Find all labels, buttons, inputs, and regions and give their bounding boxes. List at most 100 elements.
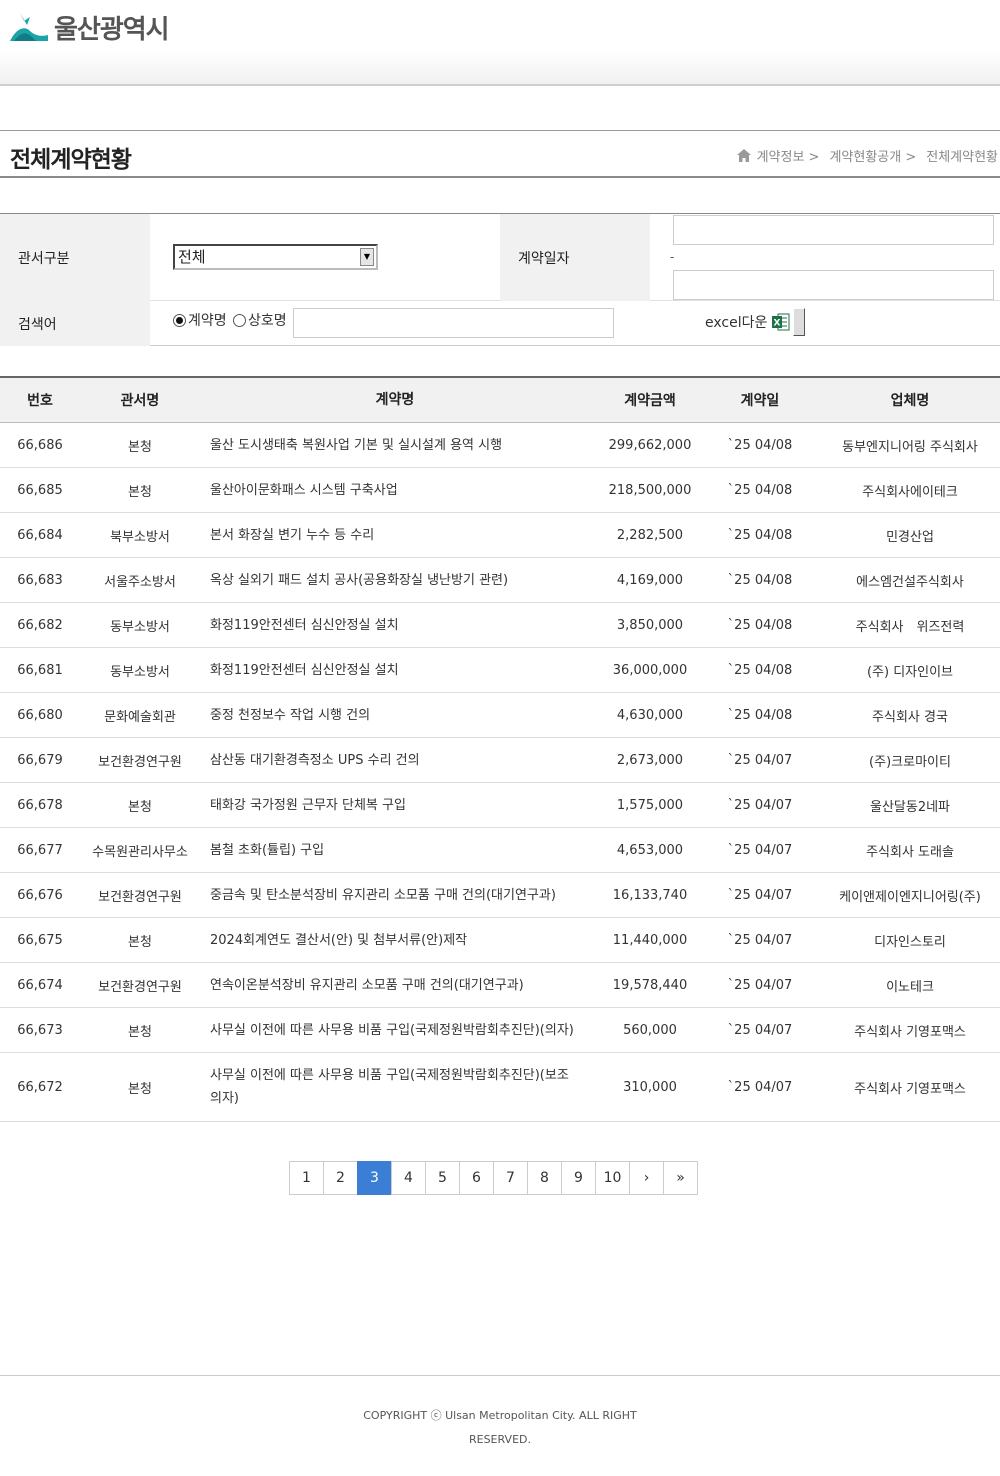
cell-company: 주식회사 기영포맥스 bbox=[854, 1024, 966, 1040]
page-link-2[interactable]: 2 bbox=[323, 1161, 358, 1195]
last-page-icon[interactable]: » bbox=[663, 1161, 698, 1195]
page-link-7[interactable]: 7 bbox=[493, 1161, 528, 1195]
cell-date: `25 04/08 bbox=[727, 707, 793, 723]
dept-select[interactable]: 전체 ▼ bbox=[173, 244, 378, 270]
cell-date: `25 04/07 bbox=[727, 887, 793, 903]
cell-date: `25 04/07 bbox=[727, 752, 793, 768]
col-header-amount: 계약금액 bbox=[624, 393, 676, 409]
svg-text:X: X bbox=[774, 319, 781, 329]
cell-contract-name[interactable]: 울산아이문화패스 시스템 구축사업 bbox=[200, 468, 600, 512]
table-row[interactable]: 66,686 본청 울산 도시생태축 복원사업 기본 및 실시설계 용역 시행 299… bbox=[0, 423, 1000, 468]
cell-contract-name[interactable]: 중금속 및 탄소분석장비 유지관리 소모품 구매 건의(대기연구과) bbox=[200, 873, 600, 917]
cell-company: 주식회사 위즈전력 bbox=[855, 619, 965, 635]
cell-amount: 218,500,000 bbox=[608, 482, 692, 498]
col-header-date: 계약일 bbox=[740, 393, 780, 409]
cell-amount: 4,653,000 bbox=[616, 842, 684, 858]
table-row[interactable]: 66,677 수목원관리사무소 봄철 초화(튤립) 구입 4,653,000 `25 0… bbox=[0, 828, 1000, 873]
cell-contract-name[interactable]: 울산 도시생태축 복원사업 기본 및 실시설계 용역 시행 bbox=[200, 423, 600, 467]
cell-number: 66,681 bbox=[17, 662, 63, 678]
cell-contract-name[interactable]: 사무실 이전에 따른 사무용 비품 구입(국제정원박람회추진단)(보조의자) bbox=[200, 1053, 600, 1121]
table-row[interactable]: 66,682 동부소방서 화정119안전센터 심신안정실 설치 3,850,000 `2… bbox=[0, 603, 1000, 648]
cell-number: 66,672 bbox=[17, 1079, 63, 1095]
cell-amount: 19,578,440 bbox=[612, 977, 688, 993]
cell-amount: 16,133,740 bbox=[612, 887, 688, 903]
cell-company: 에스엠건설주식회사 bbox=[856, 574, 964, 590]
page-link-9[interactable]: 9 bbox=[561, 1161, 596, 1195]
breadcrumb-item-contract-info[interactable]: 계약정보 > bbox=[757, 146, 820, 165]
cell-contract-name[interactable]: 연속이온분석장비 유지관리 소모품 구매 건의(대기연구과) bbox=[200, 963, 600, 1007]
cell-contract-name[interactable]: 화정119안전센터 심신안정실 설치 bbox=[200, 648, 600, 692]
excel-icon[interactable]: X bbox=[772, 313, 790, 331]
radio-company-name-input[interactable] bbox=[233, 313, 246, 327]
excel-download-label[interactable]: excel다운 bbox=[705, 312, 767, 332]
cell-contract-name[interactable]: 삼산동 대기환경측정소 UPS 수리 건의 bbox=[200, 738, 600, 782]
cell-department: 본청 bbox=[128, 439, 152, 455]
contract-table: 번호 관서명 계약명 계약금액 계약일 업체명 66,686 본청 울산 도시생태축… bbox=[0, 376, 1000, 1122]
table-row[interactable]: 66,685 본청 울산아이문화패스 시스템 구축사업 218,500,000 `25 … bbox=[0, 468, 1000, 513]
cell-date: `25 04/07 bbox=[727, 977, 793, 993]
cell-contract-name[interactable]: 본서 화장실 변기 누수 등 수리 bbox=[200, 513, 600, 557]
cell-contract-name[interactable]: 2024회계연도 결산서(안) 및 첨부서류(안)제작 bbox=[200, 918, 600, 962]
table-row[interactable]: 66,674 보건환경연구원 연속이온분석장비 유지관리 소모품 구매 건의(대기연… bbox=[0, 963, 1000, 1008]
cell-number: 66,678 bbox=[17, 797, 63, 813]
pagination: 1 2 3 4 5 6 7 8 9 10 ›» bbox=[289, 1161, 698, 1195]
table-row[interactable]: 66,673 본청 사무실 이전에 따른 사무용 비품 구입(국제정원박람회추진단)… bbox=[0, 1008, 1000, 1053]
cell-company: 디자인스토리 bbox=[874, 934, 946, 950]
cell-date: `25 04/08 bbox=[727, 662, 793, 678]
page-link-3[interactable]: 3 bbox=[357, 1161, 392, 1195]
dept-label: 관서구분 bbox=[0, 214, 150, 301]
cell-amount: 11,440,000 bbox=[612, 932, 688, 948]
cell-amount: 560,000 bbox=[623, 1022, 677, 1038]
cell-contract-name[interactable]: 봄철 초화(튤립) 구입 bbox=[200, 828, 600, 872]
page-link-1[interactable]: 1 bbox=[289, 1161, 324, 1195]
table-row[interactable]: 66,683 서울주소방서 옥상 실외기 패드 설치 공사(공용화장실 냉난방기 관… bbox=[0, 558, 1000, 603]
table-row[interactable]: 66,678 본청 태화강 국가정원 근무자 단체복 구입 1,575,000 `25 … bbox=[0, 783, 1000, 828]
table-row[interactable]: 66,684 북부소방서 본서 화장실 변기 누수 등 수리 2,282,500 `25… bbox=[0, 513, 1000, 558]
cell-contract-name[interactable]: 화정119안전센터 심신안정실 설치 bbox=[200, 603, 600, 647]
cell-amount: 3,850,000 bbox=[616, 617, 684, 633]
page-link-10[interactable]: 10 bbox=[595, 1161, 630, 1195]
cell-contract-name[interactable]: 중정 천정보수 작업 시행 건의 bbox=[200, 693, 600, 737]
date-end-input[interactable] bbox=[673, 270, 994, 300]
cell-contract-name[interactable]: 옥상 실외기 패드 설치 공사(공용화장실 냉난방기 관련) bbox=[200, 558, 600, 602]
cell-number: 66,676 bbox=[17, 887, 63, 903]
cell-company: 이노테크 bbox=[886, 979, 934, 995]
table-row[interactable]: 66,681 동부소방서 화정119안전센터 심신안정실 설치 36,000,000 `… bbox=[0, 648, 1000, 693]
cell-contract-name[interactable]: 사무실 이전에 따른 사무용 비품 구입(국제정원박람회추진단)(의자) bbox=[200, 1008, 600, 1052]
page-link-5[interactable]: 5 bbox=[425, 1161, 460, 1195]
cell-department: 동부소방서 bbox=[110, 664, 170, 680]
logo-text: 울산광역시 bbox=[54, 14, 170, 45]
table-row[interactable]: 66,680 문화예술회관 중정 천정보수 작업 시행 건의 4,630,000 `25… bbox=[0, 693, 1000, 738]
cell-department: 본청 bbox=[128, 1024, 152, 1040]
cell-department: 본청 bbox=[128, 1081, 152, 1097]
dept-select-value: 전체 bbox=[178, 248, 206, 266]
radio-company-name-label: 상호명 bbox=[248, 313, 287, 329]
breadcrumb-item-all-contracts[interactable]: 전체계약현황 bbox=[926, 146, 998, 165]
date-start-input[interactable] bbox=[673, 215, 994, 245]
table-row[interactable]: 66,679 보건환경연구원 삼산동 대기환경측정소 UPS 수리 건의 2,673,… bbox=[0, 738, 1000, 783]
keyword-input[interactable] bbox=[293, 308, 614, 338]
page-link-4[interactable]: 4 bbox=[391, 1161, 426, 1195]
cell-company: (주)크로마이티 bbox=[869, 754, 951, 770]
page-link-8[interactable]: 8 bbox=[527, 1161, 562, 1195]
cell-contract-name[interactable]: 태화강 국가정원 근무자 단체복 구입 bbox=[200, 783, 600, 827]
home-icon[interactable] bbox=[736, 149, 751, 162]
next-page-icon[interactable]: › bbox=[629, 1161, 664, 1195]
table-row[interactable]: 66,676 보건환경연구원 중금속 및 탄소분석장비 유지관리 소모품 구매 건의… bbox=[0, 873, 1000, 918]
breadcrumb-item-contract-disclosure[interactable]: 계약현황공개 > bbox=[829, 146, 916, 165]
cell-amount: 4,169,000 bbox=[616, 572, 684, 588]
site-logo[interactable]: 울산광역시 bbox=[10, 10, 170, 45]
cell-number: 66,686 bbox=[17, 437, 63, 453]
radio-company-name[interactable]: 상호명 bbox=[233, 310, 287, 330]
page-link-6[interactable]: 6 bbox=[459, 1161, 494, 1195]
table-row[interactable]: 66,675 본청 2024회계연도 결산서(안) 및 첨부서류(안)제작 11,44… bbox=[0, 918, 1000, 963]
radio-contract-name-input[interactable] bbox=[173, 313, 186, 327]
excel-download[interactable]: excel다운 X bbox=[705, 308, 806, 336]
chevron-down-icon[interactable]: ▼ bbox=[360, 248, 374, 266]
search-button[interactable] bbox=[793, 308, 806, 336]
radio-contract-name-label: 계약명 bbox=[188, 313, 227, 329]
cell-amount: 299,662,000 bbox=[608, 437, 692, 453]
cell-department: 수목원관리사무소 bbox=[92, 844, 188, 860]
table-row[interactable]: 66,672 본청 사무실 이전에 따른 사무용 비품 구입(국제정원박람회추진단)… bbox=[0, 1053, 1000, 1122]
radio-contract-name[interactable]: 계약명 bbox=[173, 310, 227, 330]
